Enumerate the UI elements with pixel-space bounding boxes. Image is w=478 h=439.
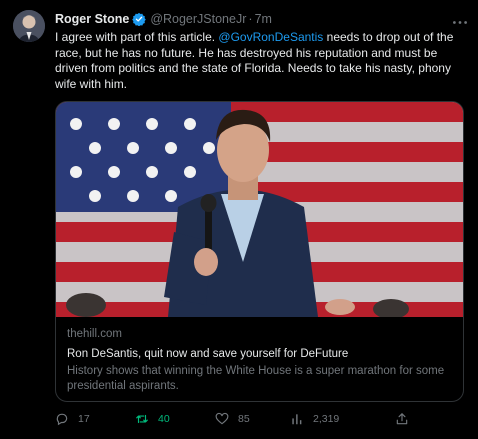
card-image[interactable] — [56, 102, 463, 317]
timestamp[interactable]: 7m — [255, 12, 272, 26]
reply-count: 17 — [78, 413, 90, 425]
card-domain: thehill.com — [67, 328, 122, 340]
action-bar: 17 40 85 2,319 — [55, 412, 470, 432]
tweet[interactable]: Roger Stone @RogerJStoneJr · 7m I agree … — [0, 0, 478, 439]
verified-badge-icon — [132, 12, 147, 27]
avatar[interactable] — [13, 10, 45, 42]
heart-icon — [215, 412, 229, 425]
like-count: 85 — [238, 413, 250, 425]
tweet-text-before: I agree with part of this article. — [55, 30, 219, 44]
link-card[interactable]: thehill.com Ron DeSantis, quit now and s… — [55, 101, 464, 402]
retweet-icon — [136, 414, 148, 424]
author-name[interactable]: Roger Stone — [55, 12, 129, 26]
views-count: 2,319 — [313, 413, 340, 425]
reply-button[interactable]: 17 — [55, 412, 90, 426]
share-button[interactable] — [395, 412, 409, 426]
retweet-count: 40 — [158, 413, 170, 425]
author-handle[interactable]: @RogerJStoneJr — [150, 12, 246, 26]
retweet-button[interactable]: 40 — [135, 412, 170, 426]
like-button[interactable]: 85 — [215, 412, 250, 426]
reply-icon — [56, 413, 68, 426]
views-button[interactable]: 2,319 — [290, 412, 339, 426]
mention-link[interactable]: @GovRonDeSantis — [218, 30, 323, 44]
tweet-text: I agree with part of this article. @GovR… — [55, 30, 465, 92]
tweet-header: Roger Stone @RogerJStoneJr · 7m — [55, 10, 468, 28]
separator-dot: · — [248, 12, 253, 26]
card-title[interactable]: Ron DeSantis, quit now and save yourself… — [67, 348, 348, 360]
views-icon — [292, 414, 302, 425]
more-icon[interactable] — [452, 12, 468, 28]
card-description: History shows that winning the White Hou… — [67, 365, 445, 392]
share-icon — [396, 413, 408, 425]
